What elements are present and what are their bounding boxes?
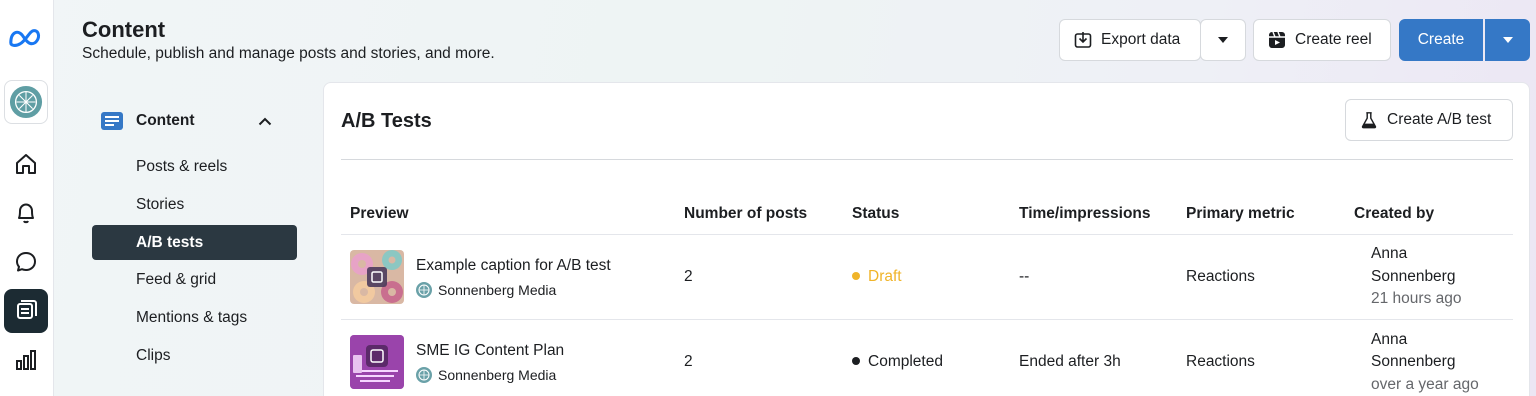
post-thumbnail[interactable] bbox=[350, 250, 404, 304]
creator-first-name: Anna bbox=[1371, 331, 1408, 348]
creator-last-name: Sonnenberg bbox=[1371, 353, 1456, 370]
chevron-down-icon bbox=[1502, 37, 1513, 43]
page-subtitle: Schedule, publish and manage posts and s… bbox=[82, 45, 495, 62]
page-avatar-icon bbox=[416, 282, 432, 298]
insights-icon[interactable] bbox=[4, 338, 48, 382]
export-options-button[interactable] bbox=[1200, 19, 1246, 61]
chevron-up-icon bbox=[258, 117, 272, 125]
row-divider bbox=[341, 319, 1513, 320]
content-icon[interactable] bbox=[4, 289, 48, 333]
post-caption[interactable]: Example caption for A/B test bbox=[416, 257, 611, 275]
created-time: 21 hours ago bbox=[1371, 290, 1462, 307]
create-label: Create bbox=[1417, 31, 1465, 48]
page-avatar[interactable] bbox=[4, 80, 48, 124]
status-badge: Completed bbox=[852, 353, 943, 371]
subnav-item-posts-reels[interactable]: Posts & reels bbox=[92, 149, 297, 184]
status-dot-icon bbox=[852, 356, 860, 365]
inbox-icon[interactable] bbox=[4, 240, 48, 284]
ab-tests-card: A/B Tests Create A/B test Preview Number… bbox=[323, 82, 1530, 396]
subnav-item-stories[interactable]: Stories bbox=[92, 187, 297, 222]
creator-last-name: Sonnenberg bbox=[1371, 268, 1456, 285]
notifications-icon[interactable] bbox=[4, 191, 48, 235]
time-impressions: -- bbox=[1019, 268, 1030, 285]
export-data-label: Export data bbox=[1101, 31, 1181, 48]
primary-metric: Reactions bbox=[1186, 353, 1255, 370]
post-caption[interactable]: SME IG Content Plan bbox=[416, 342, 564, 360]
subnav-item-mentions-tags[interactable]: Mentions & tags bbox=[92, 300, 297, 335]
status-text: Draft bbox=[868, 268, 902, 285]
card-divider bbox=[341, 159, 1513, 160]
page-name: Sonnenberg Media bbox=[438, 282, 557, 298]
card-title: A/B Tests bbox=[341, 110, 432, 132]
subnav-content-header[interactable]: Content bbox=[100, 108, 280, 134]
home-icon[interactable] bbox=[4, 142, 48, 186]
content-list-icon bbox=[101, 112, 123, 130]
post-thumbnail[interactable] bbox=[350, 335, 404, 389]
status-text: Completed bbox=[868, 353, 943, 370]
column-header-preview: Preview bbox=[350, 205, 409, 222]
create-ab-test-label: Create A/B test bbox=[1387, 111, 1492, 128]
number-of-posts: 2 bbox=[684, 268, 693, 285]
page-avatar-icon bbox=[416, 367, 432, 383]
flask-icon bbox=[1361, 112, 1377, 129]
reel-icon bbox=[1269, 31, 1285, 48]
chevron-down-icon bbox=[1218, 37, 1228, 43]
status-dot-icon bbox=[852, 271, 860, 280]
page-name: Sonnenberg Media bbox=[438, 367, 557, 383]
subnav-item-ab-tests[interactable]: A/B tests bbox=[92, 225, 297, 260]
download-icon bbox=[1074, 32, 1092, 48]
status-badge: Draft bbox=[852, 268, 902, 286]
column-header-number-of-posts: Number of posts bbox=[684, 205, 808, 222]
creator-first-name: Anna bbox=[1371, 245, 1408, 262]
subnav-section-label: Content bbox=[136, 112, 195, 129]
create-ab-test-button[interactable]: Create A/B test bbox=[1345, 99, 1513, 141]
row-divider bbox=[341, 234, 1513, 235]
column-header-created-by: Created by bbox=[1354, 205, 1435, 222]
page-title: Content bbox=[82, 17, 166, 42]
create-reel-button[interactable]: Create reel bbox=[1253, 19, 1391, 61]
create-reel-label: Create reel bbox=[1295, 31, 1372, 48]
meta-logo-icon[interactable] bbox=[4, 16, 48, 60]
create-options-button[interactable] bbox=[1485, 19, 1530, 61]
create-button[interactable]: Create bbox=[1399, 19, 1483, 61]
time-impressions: Ended after 3h bbox=[1019, 353, 1121, 370]
primary-metric: Reactions bbox=[1186, 268, 1255, 285]
export-data-button[interactable]: Export data bbox=[1059, 19, 1201, 61]
column-header-primary-metric: Primary metric bbox=[1186, 205, 1295, 222]
column-header-time-impressions: Time/impressions bbox=[1019, 205, 1151, 222]
page-chip: Sonnenberg Media bbox=[416, 282, 556, 298]
column-header-status: Status bbox=[852, 205, 900, 222]
subnav-item-clips[interactable]: Clips bbox=[92, 338, 297, 373]
created-time: over a year ago bbox=[1371, 376, 1479, 393]
page-chip: Sonnenberg Media bbox=[416, 367, 556, 383]
left-rail bbox=[0, 0, 54, 396]
subnav-item-feed-grid[interactable]: Feed & grid bbox=[92, 262, 297, 297]
number-of-posts: 2 bbox=[684, 353, 693, 370]
